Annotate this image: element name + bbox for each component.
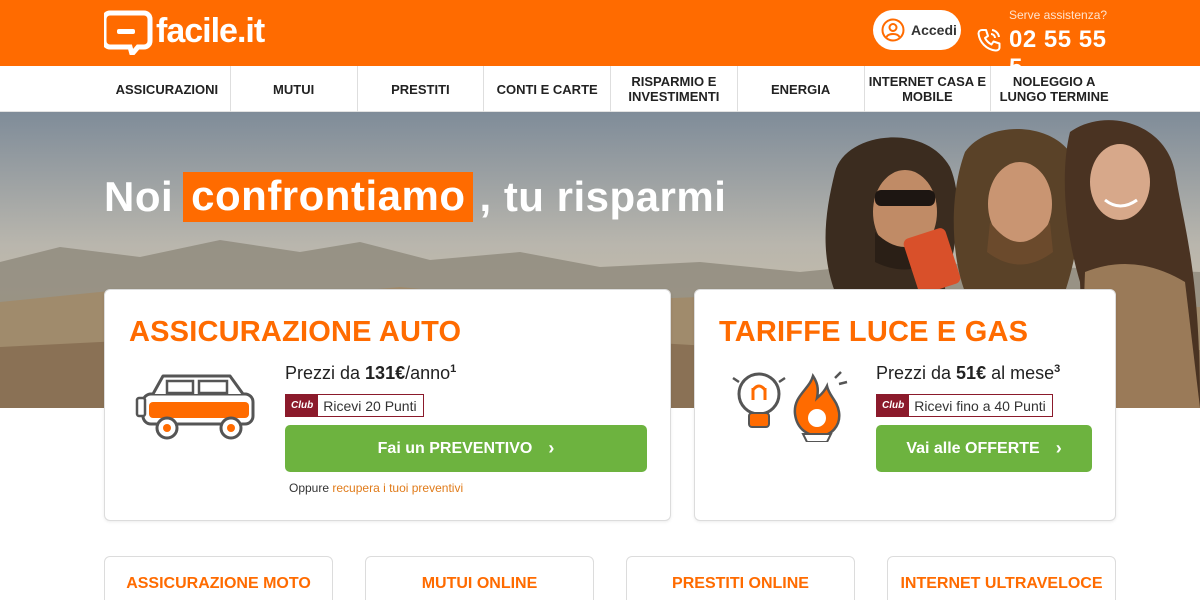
club-text: Ricevi fino a 40 Punti bbox=[914, 397, 1046, 414]
logo-speech-icon bbox=[104, 10, 153, 55]
club-badge: Club Ricevi fino a 40 Punti bbox=[876, 394, 1053, 417]
chevron-right-icon: › bbox=[1055, 438, 1062, 458]
price-suffix: /anno bbox=[405, 363, 451, 383]
login-label: Accedi bbox=[911, 22, 957, 38]
tile-internet-ultraveloce[interactable]: INTERNET ULTRAVELOCE bbox=[887, 556, 1116, 600]
help-question: Serve assistenza? bbox=[1009, 8, 1108, 22]
preventivo-button[interactable]: Fai un PREVENTIVO › bbox=[285, 425, 647, 472]
logo-text: facile.it bbox=[156, 11, 265, 50]
hero-title-before: Noi bbox=[104, 173, 174, 220]
hero-title-highlight: confrontiamo bbox=[183, 172, 474, 222]
bulb-flame-icon bbox=[732, 371, 848, 442]
hero-title-after: , tu risparmi bbox=[479, 173, 727, 220]
top-header: facile.it Accedi Serve assistenza? 02 55… bbox=[0, 0, 1200, 81]
cta-label: Vai alle OFFERTE bbox=[906, 439, 1040, 457]
car-icon bbox=[135, 374, 255, 440]
nav-item-assicurazioni[interactable]: ASSICURAZIONI bbox=[104, 66, 231, 112]
main-nav: ASSICURAZIONI MUTUI PRESTITI CONTI E CAR… bbox=[0, 66, 1200, 112]
recupera-preventivi-link[interactable]: recupera i tuoi preventivi bbox=[332, 481, 463, 495]
price-value: 51€ bbox=[956, 363, 987, 383]
offerte-button[interactable]: Vai alle OFFERTE › bbox=[876, 425, 1092, 472]
card-luce-price: Prezzi da 51€ al mese3 bbox=[876, 363, 1060, 384]
nav-item-prestiti[interactable]: PRESTITI bbox=[358, 66, 485, 112]
price-value: 131€ bbox=[365, 363, 406, 383]
hero-title: Noi confrontiamo , tu risparmi bbox=[104, 172, 726, 222]
help-contact[interactable]: Serve assistenza? 02 55 55 5 bbox=[975, 6, 1125, 81]
price-prefix: Prezzi da bbox=[285, 363, 366, 383]
price-footnote: 1 bbox=[450, 363, 457, 375]
card-tariffe-luce-gas: TARIFFE LUCE E GAS Prezzi da 51€ al mese… bbox=[694, 289, 1116, 521]
oppure-text: Oppure bbox=[289, 481, 330, 495]
oppure-line: Oppure recupera i tuoi preventivi bbox=[289, 481, 463, 495]
tile-mutui-online[interactable]: MUTUI ONLINE bbox=[365, 556, 594, 600]
nav-item-energia[interactable]: ENERGIA bbox=[738, 66, 865, 112]
club-text: Ricevi 20 Punti bbox=[323, 397, 417, 414]
club-tag: Club bbox=[877, 395, 910, 416]
card-auto-title: ASSICURAZIONE AUTO bbox=[129, 316, 462, 348]
club-badge: Club Ricevi 20 Punti bbox=[285, 394, 424, 417]
cta-label: Fai un PREVENTIVO bbox=[377, 439, 533, 457]
user-icon bbox=[881, 18, 905, 42]
login-button[interactable]: Accedi bbox=[873, 10, 961, 50]
card-auto-price: Prezzi da 131€/anno1 bbox=[285, 363, 456, 384]
club-tag: Club bbox=[286, 395, 319, 416]
phone-icon bbox=[977, 29, 1001, 52]
site-logo[interactable]: facile.it bbox=[104, 6, 265, 56]
price-suffix: al mese bbox=[986, 363, 1055, 383]
tile-prestiti-online[interactable]: PRESTITI ONLINE bbox=[626, 556, 855, 600]
price-footnote: 3 bbox=[1054, 363, 1061, 375]
card-luce-title: TARIFFE LUCE E GAS bbox=[719, 316, 1029, 348]
chevron-right-icon: › bbox=[548, 438, 555, 458]
card-assicurazione-auto: ASSICURAZIONE AUTO Prezzi da 131€/anno1 … bbox=[104, 289, 671, 521]
price-prefix: Prezzi da bbox=[876, 363, 957, 383]
nav-item-noleggio[interactable]: NOLEGGIO A LUNGO TERMINE bbox=[991, 66, 1117, 112]
nav-item-internet[interactable]: INTERNET CASA E MOBILE bbox=[865, 66, 992, 112]
nav-item-mutui[interactable]: MUTUI bbox=[231, 66, 358, 112]
nav-item-risparmio[interactable]: RISPARMIO E INVESTIMENTI bbox=[611, 66, 738, 112]
tile-assicurazione-moto[interactable]: ASSICURAZIONE MOTO bbox=[104, 556, 333, 600]
nav-item-conti-carte[interactable]: CONTI E CARTE bbox=[484, 66, 611, 112]
